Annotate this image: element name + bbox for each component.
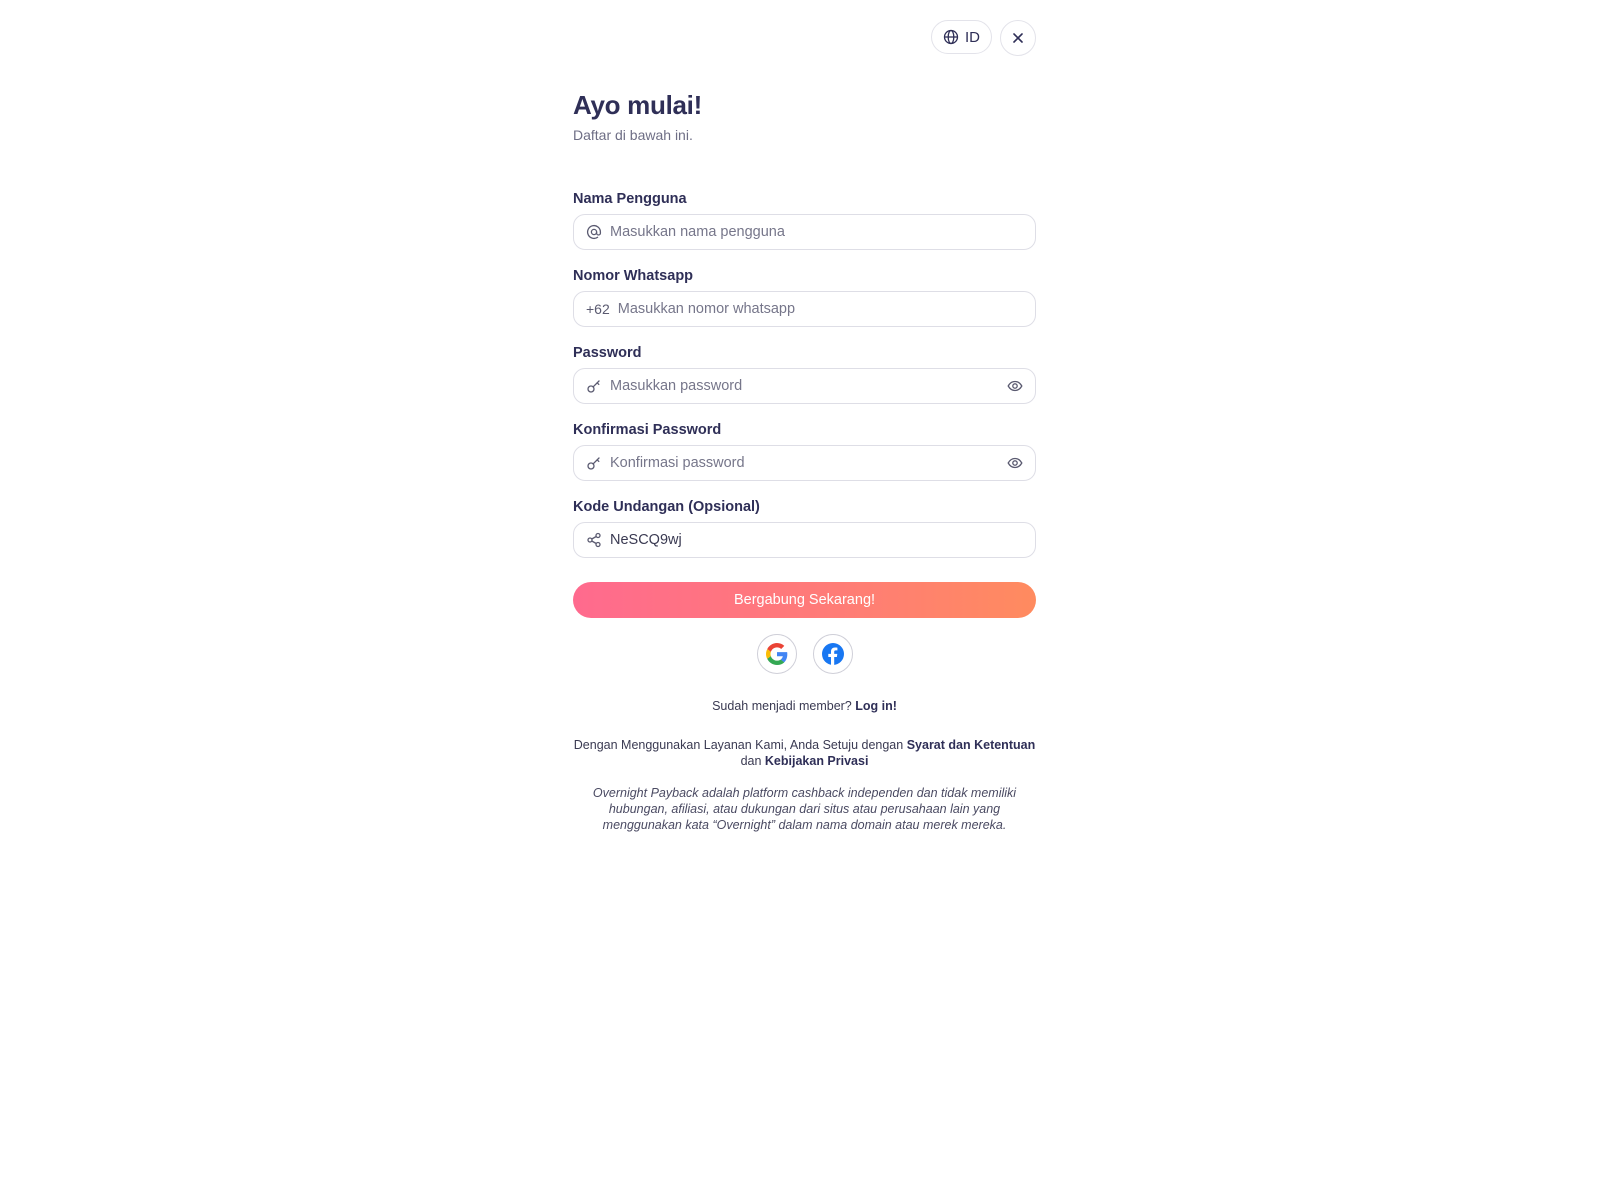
page-title: Ayo mulai! <box>573 90 702 120</box>
password-field-group: Password <box>573 345 1036 404</box>
password-input[interactable] <box>610 378 1007 394</box>
confirm-password-field-group: Konfirmasi Password <box>573 422 1036 481</box>
username-field-group: Nama Pengguna <box>573 191 1036 250</box>
password-label: Password <box>573 345 642 361</box>
social-login-group <box>573 634 1036 674</box>
invite-code-input-wrapper[interactable] <box>573 522 1036 558</box>
login-prompt-text: Sudah menjadi member? <box>712 699 852 713</box>
at-icon <box>586 224 602 240</box>
google-login-button[interactable] <box>756 634 797 674</box>
whatsapp-input-wrapper[interactable]: +62 <box>573 291 1036 327</box>
username-input-wrapper[interactable] <box>573 214 1036 250</box>
username-label: Nama Pengguna <box>573 191 687 207</box>
eye-icon <box>1007 378 1023 394</box>
confirm-password-visibility-toggle[interactable] <box>1007 455 1023 471</box>
signup-page: ID Ayo mulai! Daftar di bawah ini. Nama … <box>0 0 1600 1200</box>
globe-icon <box>943 29 959 45</box>
confirm-password-label: Konfirmasi Password <box>573 422 722 438</box>
privacy-policy-link[interactable]: Kebijakan Privasi <box>765 754 869 768</box>
login-prompt: Sudah menjadi member? Log in! <box>573 699 1036 713</box>
facebook-login-button[interactable] <box>812 634 853 674</box>
top-bar: ID <box>573 20 1036 56</box>
login-link[interactable]: Log in! <box>855 699 897 713</box>
country-code-prefix: +62 <box>586 301 610 317</box>
share-icon <box>586 532 602 548</box>
password-input-wrapper[interactable] <box>573 368 1036 404</box>
terms-link[interactable]: Syarat dan Ketentuan <box>907 738 1036 752</box>
username-input[interactable] <box>610 224 1023 240</box>
google-icon <box>765 643 788 665</box>
whatsapp-input[interactable] <box>617 301 1023 317</box>
terms-connector-text: dan <box>740 754 762 768</box>
close-button[interactable] <box>1000 20 1036 56</box>
confirm-password-input-wrapper[interactable] <box>573 445 1036 481</box>
facebook-icon <box>821 642 845 666</box>
close-icon <box>1012 32 1024 44</box>
signup-container: ID Ayo mulai! Daftar di bawah ini. Nama … <box>573 20 1036 833</box>
password-visibility-toggle[interactable] <box>1007 378 1023 394</box>
key-icon <box>586 378 602 394</box>
signup-form: Nama Pengguna Nomor Whatsapp +62 <box>573 191 1036 618</box>
language-button[interactable]: ID <box>931 20 992 54</box>
eye-icon <box>1007 455 1023 471</box>
invite-code-field-group: Kode Undangan (Opsional) <box>573 499 1036 558</box>
whatsapp-label: Nomor Whatsapp <box>573 268 694 284</box>
confirm-password-input[interactable] <box>610 455 1007 471</box>
language-label: ID <box>965 28 980 46</box>
whatsapp-field-group: Nomor Whatsapp +62 <box>573 268 1036 327</box>
page-subtitle: Daftar di bawah ini. <box>573 127 693 143</box>
key-icon <box>586 455 602 471</box>
invite-code-label: Kode Undangan (Opsional) <box>573 499 760 515</box>
terms-prefix-text: Dengan Menggunakan Layanan Kami, Anda Se… <box>573 738 904 752</box>
invite-code-input[interactable] <box>610 532 1023 548</box>
terms-notice: Dengan Menggunakan Layanan Kami, Anda Se… <box>573 737 1036 769</box>
join-now-button[interactable]: Bergabung Sekarang! <box>573 582 1036 618</box>
disclaimer-text: Overnight Payback adalah platform cashba… <box>592 786 1017 832</box>
